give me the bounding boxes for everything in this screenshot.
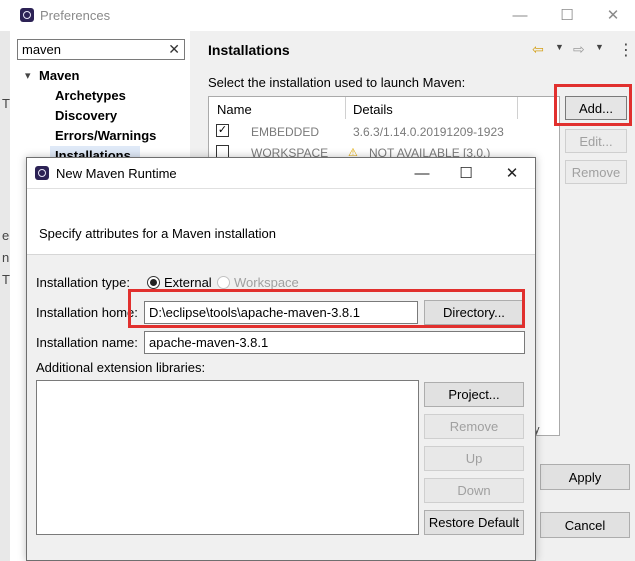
external-radio[interactable] [147,276,160,289]
workspace-radio[interactable] [217,276,230,289]
maximize-icon[interactable]: ☐ [557,8,577,23]
background-char: T [2,272,10,287]
installation-name-label: Installation name: [36,335,138,350]
extension-libraries-label: Additional extension libraries: [36,360,206,375]
down-button[interactable]: Down [424,478,524,503]
project-button[interactable]: Project... [424,382,524,407]
column-header-details[interactable]: Details [353,102,393,117]
apply-button[interactable]: Apply [540,464,630,490]
minimize-icon[interactable]: — [510,8,530,23]
background-char: n [2,250,10,265]
tree-item-maven[interactable]: Maven [39,68,79,83]
column-separator [345,97,346,119]
filter-input[interactable]: maven ✕ [17,39,185,60]
tree-item-errors-warnings[interactable]: Errors/Warnings [55,128,156,143]
column-header-name[interactable]: Name [217,102,252,117]
add-button-highlight [554,84,632,126]
library-remove-button[interactable]: Remove [424,414,524,439]
clear-filter-icon[interactable]: ✕ [168,41,180,58]
tree-item-discovery[interactable]: Discovery [55,108,117,123]
installations-description: Select the installation used to launch M… [208,75,466,90]
close-icon[interactable]: ✕ [502,166,522,181]
column-separator [517,97,518,119]
up-button[interactable]: Up [424,446,524,471]
maximize-icon[interactable]: ☐ [456,166,476,181]
tree-item-archetypes[interactable]: Archetypes [55,88,126,103]
preferences-title: Preferences [40,8,111,23]
workspace-radio-label[interactable]: Workspace [234,275,299,290]
dialog-titlebar: New Maven Runtime — ☐ ✕ [27,158,535,189]
eclipse-app-icon [20,8,34,22]
tree-expand-icon[interactable]: ▾ [25,69,31,82]
installation-name-field[interactable]: apache-maven-3.8.1 [144,331,525,354]
row-details-embedded: 3.6.3/1.14.0.20191209-1923 [353,125,504,139]
installation-type-label: Installation type: [36,275,130,290]
forward-menu-icon[interactable]: ▼ [595,42,604,52]
dialog-title: New Maven Runtime [56,166,177,181]
close-icon[interactable]: ✕ [603,8,623,23]
forward-arrow-icon[interactable]: ⇨ [573,41,585,58]
external-radio-label[interactable]: External [164,275,212,290]
back-arrow-icon[interactable]: ⇦ [532,41,544,58]
dialog-header-area [27,189,535,255]
view-menu-icon[interactable]: ⋮ [618,40,634,60]
eclipse-app-icon [35,166,49,180]
extension-libraries-list[interactable] [36,380,419,535]
restore-default-button[interactable]: Restore Default [424,510,524,535]
installation-home-label: Installation home: [36,305,138,320]
page-title: Installations [208,42,290,58]
dialog-description: Specify attributes for a Maven installat… [39,226,277,241]
edit-button[interactable]: Edit... [565,129,627,153]
cancel-button[interactable]: Cancel [540,512,630,538]
row-name-embedded: EMBEDDED [251,125,320,139]
filter-value: maven [22,42,62,57]
background-char: e [2,228,10,243]
back-menu-icon[interactable]: ▼ [555,42,564,52]
minimize-icon[interactable]: — [412,166,432,181]
background-char: T [2,96,10,111]
remove-button[interactable]: Remove [565,160,627,184]
installation-home-highlight [128,289,525,328]
preferences-titlebar: Preferences — ☐ ✕ [0,0,635,31]
row-checkbox-embedded[interactable]: ✓ [216,124,229,137]
new-maven-runtime-dialog: New Maven Runtime — ☐ ✕ Specify attribut… [26,157,536,561]
